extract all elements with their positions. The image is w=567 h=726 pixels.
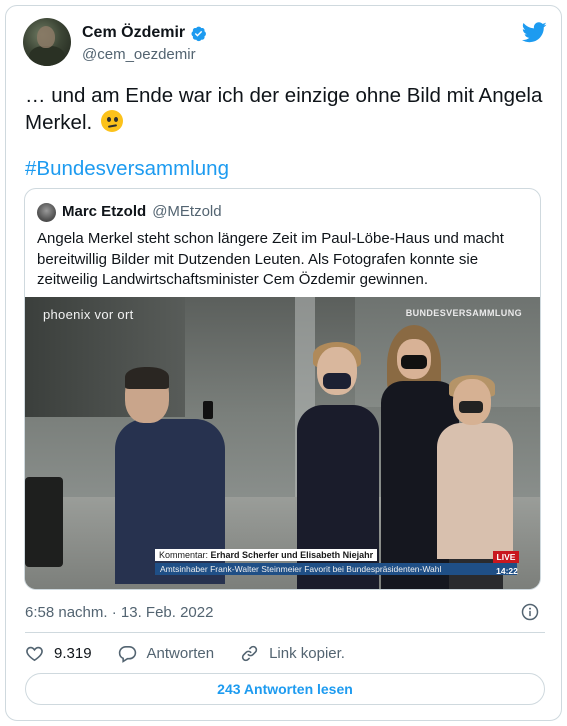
lower-third-names: Erhard Scherfer und Elisabeth Niejahr	[210, 550, 374, 560]
reply-button[interactable]: Antworten	[118, 644, 215, 663]
copy-link-label: Link kopier.	[269, 645, 345, 662]
quoted-tweet[interactable]: Marc Etzold @MEtzold Angela Merkel steht…	[24, 188, 541, 590]
tweet-card: Cem Özdemir @cem_oezdemir … und am Ende …	[5, 5, 562, 721]
corner-label: BUNDESVERSAMMLUNG	[405, 308, 522, 318]
author-name-row: Cem Özdemir	[82, 24, 207, 42]
like-count: 9.319	[54, 645, 92, 662]
divider	[25, 632, 545, 633]
quoted-text: Angela Merkel steht schon längere Zeit i…	[37, 230, 504, 288]
read-replies-button[interactable]: 243 Antworten lesen	[25, 673, 545, 705]
tweet-timestamp[interactable]: 6:58 nachm. · 13. Feb. 2022	[25, 604, 213, 621]
hashtag-link[interactable]: #Bundesversammlung	[25, 157, 229, 181]
lower-third-top: Kommentar: Erhard Scherfer und Elisabeth…	[155, 549, 378, 561]
author-handle[interactable]: @cem_oezdemir	[82, 46, 196, 63]
reply-label: Antworten	[146, 645, 215, 662]
author-avatar[interactable]	[23, 18, 71, 66]
quoted-display-name: Marc Etzold	[62, 203, 147, 220]
author-display-name[interactable]: Cem Özdemir	[82, 24, 185, 42]
quoted-media-image[interactable]: phoenix vor ort BUNDESVERSAMMLUNG Kommen…	[25, 297, 540, 589]
action-bar: 9.319 Antworten Link kopier.	[25, 644, 371, 663]
info-icon[interactable]	[521, 603, 539, 621]
twitter-bird-icon[interactable]	[522, 22, 547, 43]
link-icon	[241, 645, 258, 662]
reply-bubble-icon	[118, 645, 136, 663]
like-button[interactable]: 9.319	[25, 644, 92, 663]
quoted-author-avatar	[37, 203, 56, 222]
verified-badge-icon	[191, 26, 207, 41]
channel-logo: phoenix vor ort	[43, 307, 134, 322]
broadcast-clock: 14:22	[496, 566, 518, 576]
tweet-body: … und am Ende war ich der einzige ohne B…	[25, 82, 545, 136]
live-badge: LIVE	[493, 551, 519, 563]
heart-icon	[26, 646, 43, 662]
quoted-author-row: Marc Etzold @MEtzold	[62, 203, 222, 220]
quoted-handle: @MEtzold	[152, 203, 222, 220]
confused-face-emoji-icon	[100, 110, 123, 132]
lower-third-label: Kommentar:	[159, 550, 209, 560]
copy-link-button[interactable]: Link kopier.	[240, 644, 345, 663]
lower-third-ticker: Amtsinhaber Frank-Walter Steinmeier Favo…	[155, 563, 517, 575]
